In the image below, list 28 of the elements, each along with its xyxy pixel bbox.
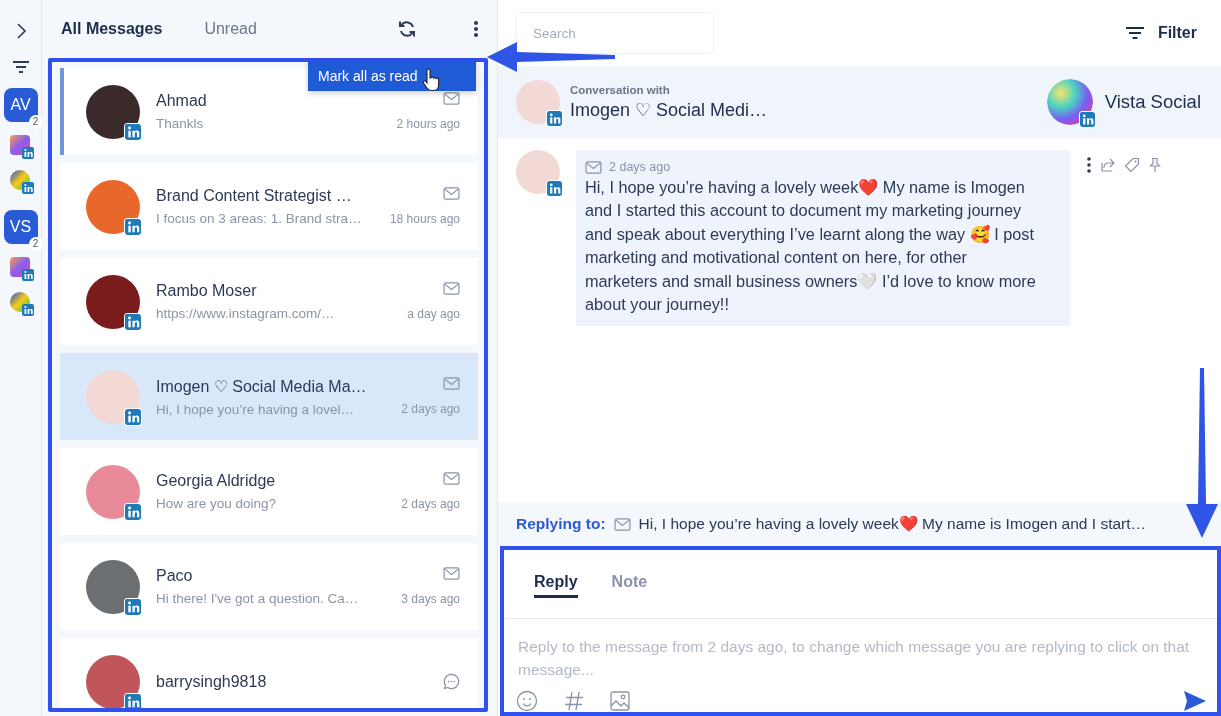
replying-text: Hi, I hope you’re having a lovely week❤ My name is Imogen and I start… — [638, 515, 1147, 533]
replying-label: Replying to: — [516, 515, 606, 533]
contact-name: Rambo Moser — [156, 282, 258, 300]
message-time: 2 days ago — [609, 160, 671, 174]
contact-name: Georgia Aldridge — [156, 472, 277, 490]
account-count: 2 — [28, 115, 43, 129]
account-count: 2 — [28, 237, 43, 251]
contact-name: Paco — [156, 567, 194, 585]
contact-name: Imogen ♡ Social Media Ma… — [156, 376, 368, 396]
message-time: a day ago — [407, 307, 460, 321]
message-preview: Hi, I hope you’re having a lovel… — [156, 401, 356, 417]
message-time: 2 days ago — [401, 497, 460, 511]
message-preview: Hi there! I've got a question. Ca… — [156, 591, 360, 606]
message-time: 2 days ago — [401, 402, 460, 416]
message-preview: I focus on 3 areas: 1. Brand stra… — [156, 211, 363, 226]
contact-name: barrysingh9818 — [156, 672, 268, 691]
contact-name: Imogen ♡ Social Medi… — [570, 98, 768, 121]
message-preview: Thankls — [156, 116, 205, 131]
contact-name: Ahmad — [156, 92, 208, 110]
message-time: 2 hours ago — [396, 117, 460, 131]
conversation-caption: Conversation with — [570, 83, 671, 96]
message-preview: How are you doing? — [156, 496, 278, 511]
message-preview: https://www.instagram.com/… — [156, 306, 336, 321]
message-time: 18 hours ago — [389, 212, 460, 226]
message-text: Hi, I hope you’re having a lovely week❤ My name is Imogen and I started this account to document my marketing journey and speak about everything I’ve learnt along the way 🥰 I post marketing and motivational content on here, for other marketers and small business owners🤍 I’d love to know more about your journey!! — [585, 177, 1037, 316]
account-name: Vista Social — [1104, 91, 1201, 113]
message-time: 3 days ago — [401, 592, 460, 606]
contact-name: Brand Content Strategist … — [156, 187, 353, 205]
